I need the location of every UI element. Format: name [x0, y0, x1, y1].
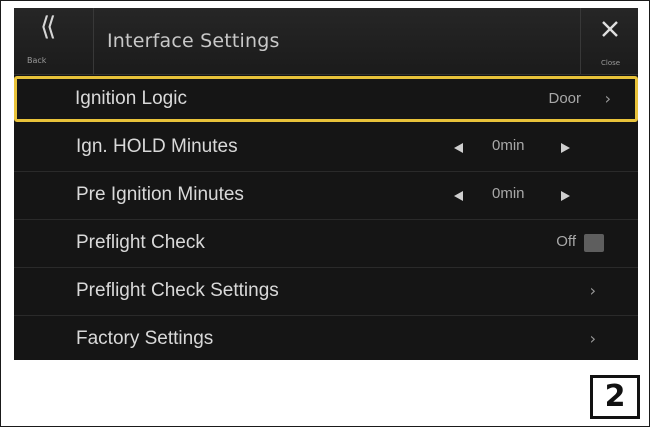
page-title: Interface Settings	[107, 30, 280, 52]
manual-figure-frame: ⟨⟨ Back Interface Settings Close Ignitio…	[0, 0, 650, 427]
header-bar: ⟨⟨ Back Interface Settings Close	[14, 8, 638, 75]
triangle-left-icon[interactable]	[454, 191, 463, 201]
pre-ignition-minutes-value: 0min	[492, 185, 525, 202]
row-ign-hold-minutes: Ign. HOLD Minutes 0min	[14, 124, 638, 172]
back-button[interactable]: ⟨⟨ Back	[14, 8, 94, 74]
ignition-logic-value: Door	[548, 90, 581, 107]
triangle-right-icon[interactable]	[561, 143, 570, 153]
back-label: Back	[27, 56, 47, 65]
close-x-icon	[602, 21, 618, 37]
row-label: Pre Ignition Minutes	[76, 184, 244, 205]
triangle-right-icon[interactable]	[561, 191, 570, 201]
row-label: Factory Settings	[76, 328, 214, 349]
row-factory-settings[interactable]: Factory Settings ›	[14, 316, 638, 360]
chevron-right-icon: ›	[604, 89, 611, 108]
close-button[interactable]: Close	[580, 8, 638, 74]
row-label: Preflight Check	[76, 232, 205, 253]
row-label: Ign. HOLD Minutes	[76, 136, 238, 157]
row-label: Preflight Check Settings	[76, 280, 279, 301]
row-pre-ignition-minutes: Pre Ignition Minutes 0min	[14, 172, 638, 220]
settings-list: Ignition Logic Door › Ign. HOLD Minutes …	[14, 76, 638, 360]
row-preflight-check-settings[interactable]: Preflight Check Settings ›	[14, 268, 638, 316]
preflight-check-value: Off	[556, 233, 576, 250]
ign-hold-minutes-value: 0min	[492, 137, 525, 154]
row-ignition-logic[interactable]: Ignition Logic Door ›	[14, 76, 638, 122]
page-number-badge: 2	[590, 375, 640, 419]
row-label: Ignition Logic	[75, 88, 187, 109]
preflight-check-toggle[interactable]	[584, 234, 604, 252]
row-preflight-check[interactable]: Preflight Check Off	[14, 220, 638, 268]
double-chevron-left-icon: ⟨⟨	[40, 12, 56, 42]
settings-screen: ⟨⟨ Back Interface Settings Close Ignitio…	[14, 8, 638, 360]
triangle-left-icon[interactable]	[454, 143, 463, 153]
chevron-right-icon: ›	[589, 281, 596, 300]
close-label: Close	[601, 59, 621, 67]
chevron-right-icon: ›	[589, 329, 596, 348]
